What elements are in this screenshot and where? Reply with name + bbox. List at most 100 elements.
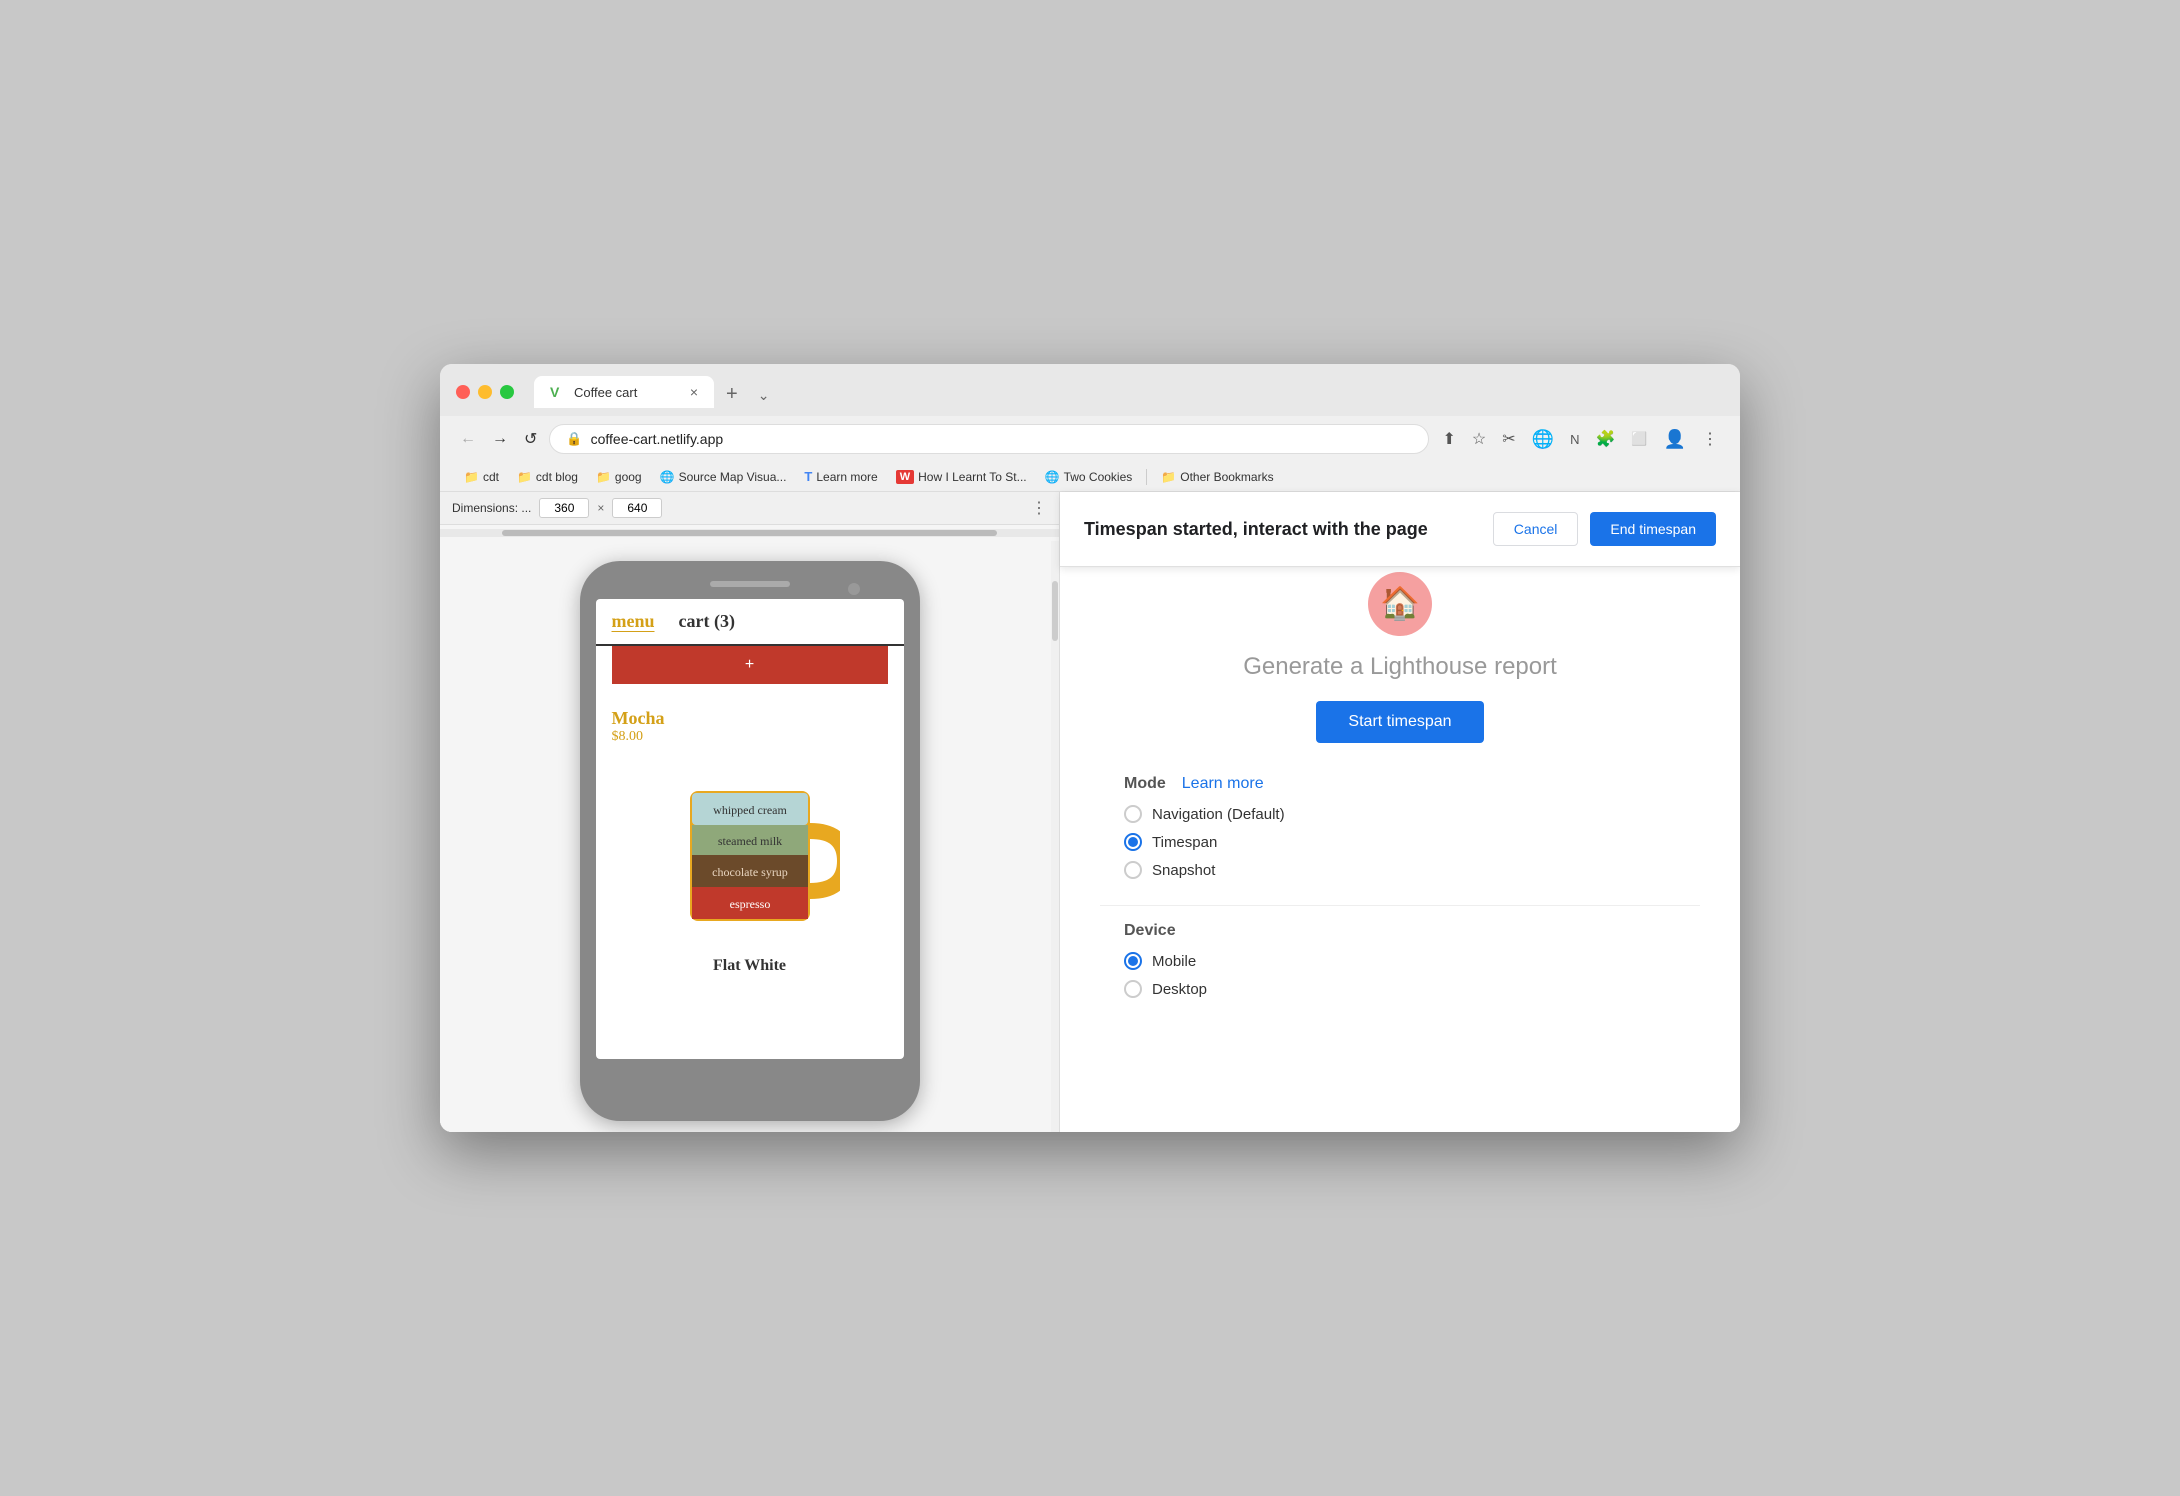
timespan-title: Timespan started, interact with the page	[1084, 519, 1428, 540]
share-button[interactable]: ⬆	[1437, 425, 1462, 453]
profile-avatar[interactable]: 👤	[1658, 425, 1692, 454]
start-timespan-button[interactable]: Start timespan	[1316, 701, 1483, 743]
bookmark-label: cdt	[483, 470, 499, 484]
timespan-radio[interactable]	[1124, 833, 1142, 851]
item-price: $8.00	[612, 729, 888, 745]
svg-text:🏠: 🏠	[1380, 585, 1420, 621]
bookmark-how-i-learnt[interactable]: W How I Learnt To St...	[888, 467, 1035, 487]
bookmark-label: cdt blog	[536, 470, 578, 484]
mobile-radio[interactable]	[1124, 952, 1142, 970]
mode-snapshot-option[interactable]: Snapshot	[1124, 861, 1676, 879]
snapshot-label: Snapshot	[1152, 862, 1215, 879]
extension-button[interactable]: N	[1564, 428, 1585, 451]
end-timespan-button[interactable]: End timespan	[1590, 512, 1716, 546]
desktop-label: Desktop	[1152, 981, 1207, 998]
bookmark-label: Source Map Visua...	[679, 470, 787, 484]
mode-header: Mode Learn more	[1124, 775, 1676, 793]
cancel-button[interactable]: Cancel	[1493, 512, 1579, 546]
traffic-lights	[456, 385, 514, 399]
bookmark-source-map[interactable]: 🌐 Source Map Visua...	[652, 467, 795, 487]
phone-camera	[848, 583, 860, 595]
nav-cart-item[interactable]: cart (3)	[679, 611, 735, 632]
back-button[interactable]: ←	[456, 426, 480, 452]
add-button-container: +	[596, 646, 904, 700]
bookmark-label: How I Learnt To St...	[918, 470, 1027, 484]
horizontal-scrollbar[interactable]	[440, 529, 1059, 537]
bookmark-cdt-blog[interactable]: 📁 cdt blog	[509, 467, 586, 487]
translate-icon: T	[804, 469, 812, 484]
lighthouse-icon: 🏠	[1368, 572, 1432, 636]
active-tab[interactable]: V Coffee cart ×	[534, 376, 714, 408]
timespan-dialog: Timespan started, interact with the page…	[1060, 492, 1740, 567]
svg-text:chocolate syrup: chocolate syrup	[712, 865, 788, 879]
phone-screen: menu cart (3) + Mocha $8.00	[596, 599, 904, 1059]
bookmarks-separator	[1146, 469, 1147, 485]
width-input[interactable]	[539, 498, 589, 518]
lighthouse-title: Generate a Lighthouse report	[1243, 653, 1557, 681]
snapshot-radio[interactable]	[1124, 861, 1142, 879]
w-icon: W	[896, 470, 914, 484]
folder-icon: 📁	[464, 470, 479, 484]
section-divider	[1100, 905, 1700, 906]
mode-navigation-option[interactable]: Navigation (Default)	[1124, 805, 1676, 823]
next-item-name: Flat White	[596, 949, 904, 983]
folder-icon: 📁	[596, 470, 611, 484]
forward-button[interactable]: →	[488, 426, 512, 452]
more-menu-button[interactable]: ⋮	[1696, 425, 1724, 453]
coffee-cup-illustration: whipped cream steamed milk chocolate syr…	[660, 761, 840, 941]
reload-button[interactable]: ↺	[520, 425, 541, 453]
bookmark-cdt[interactable]: 📁 cdt	[456, 467, 507, 487]
bookmark-button[interactable]: ☆	[1466, 425, 1492, 453]
navigation-radio[interactable]	[1124, 805, 1142, 823]
lighthouse-content: 🏠 Generate a Lighthouse report Start tim…	[1060, 492, 1740, 1028]
tab-favicon: V	[550, 384, 566, 400]
device-desktop-option[interactable]: Desktop	[1124, 980, 1676, 998]
extensions-puzzle-icon[interactable]: 🧩	[1589, 425, 1621, 453]
timespan-label: Timespan	[1152, 834, 1217, 851]
globe-icon: 🌐	[660, 470, 675, 484]
bookmark-label: Learn more	[816, 470, 877, 484]
devtools-icon[interactable]: ⬜	[1625, 427, 1653, 451]
bookmark-google-translate[interactable]: T Learn more	[796, 466, 885, 487]
height-input[interactable]	[612, 498, 662, 518]
minimize-button[interactable]	[478, 385, 492, 399]
bookmark-label: Other Bookmarks	[1180, 470, 1273, 484]
scissors-button[interactable]: ✂	[1496, 425, 1521, 453]
folder-icon: 📁	[1161, 470, 1176, 484]
device-viewport: menu cart (3) + Mocha $8.00	[440, 541, 1059, 1132]
dimensions-bar: Dimensions: ... × ⋮	[440, 492, 1059, 525]
mode-timespan-option[interactable]: Timespan	[1124, 833, 1676, 851]
address-bar[interactable]: 🔒 coffee-cart.netlify.app	[549, 424, 1428, 454]
tab-bar: V Coffee cart × + ⌄	[534, 376, 777, 408]
bookmark-goog[interactable]: 📁 goog	[588, 467, 650, 487]
tab-close-button[interactable]: ×	[690, 384, 698, 400]
desktop-radio[interactable]	[1124, 980, 1142, 998]
learn-more-link[interactable]: Learn more	[1182, 775, 1264, 793]
device-label: Device	[1124, 922, 1676, 940]
svg-text:whipped cream: whipped cream	[713, 803, 787, 817]
new-tab-button[interactable]: +	[718, 380, 746, 408]
bookmarks-bar: 📁 cdt 📁 cdt blog 📁 goog 🌐 Source Map Vis…	[440, 462, 1740, 492]
nav-actions: ⬆ ☆ ✂ 🌐 N 🧩 ⬜ 👤 ⋮	[1437, 425, 1725, 454]
bookmark-two-cookies[interactable]: 🌐 Two Cookies	[1037, 467, 1141, 487]
close-button[interactable]	[456, 385, 470, 399]
maximize-button[interactable]	[500, 385, 514, 399]
tab-title: Coffee cart	[574, 385, 637, 400]
nav-menu-item[interactable]: menu	[612, 611, 655, 632]
dimensions-more-button[interactable]: ⋮	[1031, 498, 1047, 518]
svg-text:espresso: espresso	[729, 897, 770, 911]
vertical-scrollbar[interactable]	[1051, 541, 1059, 1132]
timespan-actions: Cancel End timespan	[1493, 512, 1716, 546]
globe-icon: 🌐	[1045, 470, 1060, 484]
bookmark-other[interactable]: 📁 Other Bookmarks	[1153, 467, 1281, 487]
tab-list-chevron[interactable]: ⌄	[750, 383, 778, 408]
dimensions-label[interactable]: Dimensions: ...	[452, 501, 531, 515]
mode-section: Mode Learn more Navigation (Default) Tim…	[1100, 775, 1700, 889]
mobile-label: Mobile	[1152, 953, 1196, 970]
translate-icon[interactable]: 🌐	[1526, 425, 1560, 454]
device-mobile-option[interactable]: Mobile	[1124, 952, 1676, 970]
lighthouse-icon-container: 🏠	[1368, 572, 1432, 641]
coffee-nav: menu cart (3)	[596, 599, 904, 646]
coffee-app: menu cart (3) + Mocha $8.00	[596, 599, 904, 983]
add-to-cart-button[interactable]: +	[612, 646, 888, 684]
